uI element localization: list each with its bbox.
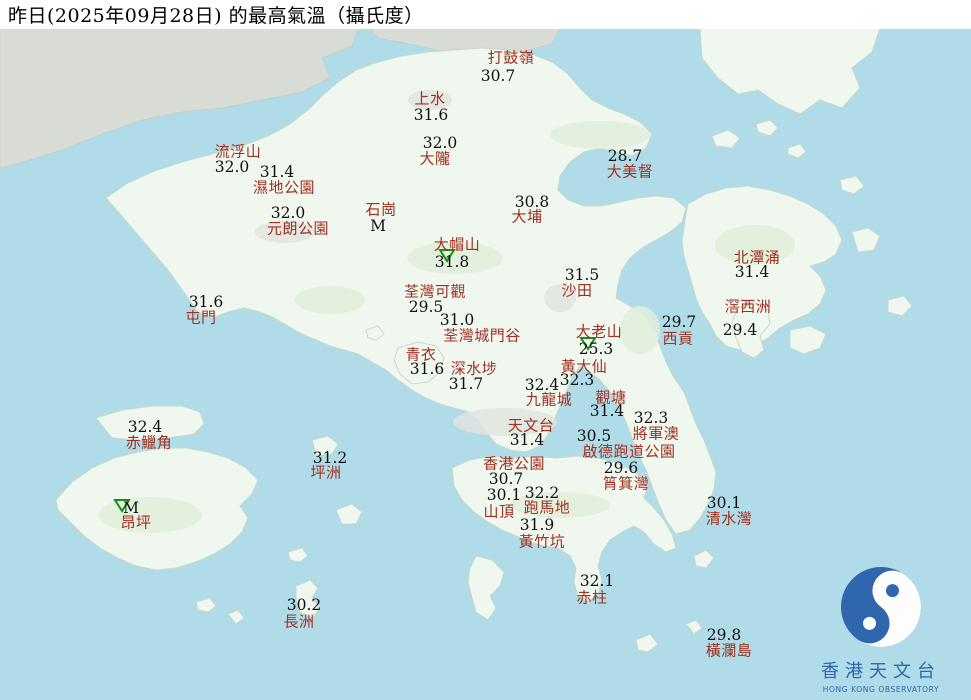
station-value: M — [370, 217, 386, 235]
title-bar: 昨日(2025年09月28日) 的最高氣溫（攝氏度） — [0, 0, 971, 29]
station-name: 深水埗 — [450, 359, 498, 378]
station-name: 昂坪 — [120, 513, 152, 532]
station-name: 赤柱 — [576, 588, 608, 607]
hko-logo-name-chinese: 香港天文台 — [821, 661, 941, 682]
hko-logo-name-english: HONG KONG OBSERVATORY — [822, 685, 940, 694]
hko-logo: 香港天文台 HONG KONG OBSERVATORY — [801, 563, 961, 694]
station-name: 沙田 — [561, 281, 593, 300]
station-name: 大隴 — [419, 149, 451, 168]
station-name: 大美督 — [606, 162, 654, 181]
station-value: 30.7 — [480, 67, 516, 85]
station-name: 跑馬地 — [523, 498, 571, 517]
station-name: 大老山 — [575, 322, 623, 341]
station-name: 赤鱲角 — [125, 433, 173, 452]
station-name: 天文台 — [507, 416, 555, 435]
station-name: 打鼓嶺 — [487, 48, 535, 67]
station-name: 觀塘 — [595, 388, 627, 407]
station-value: 29.4 — [722, 321, 758, 339]
station-name: 北潭涌 — [733, 248, 781, 267]
station-name: 黃大仙 — [560, 357, 608, 376]
station-name: 香港公園 — [482, 454, 546, 473]
station-name: 流浮山 — [214, 142, 262, 161]
station-name: 元朗公園 — [266, 219, 330, 238]
station-value: 31.6 — [413, 106, 449, 124]
station-name: 石崗 — [365, 200, 397, 219]
station-name: 西貢 — [662, 329, 694, 348]
station-name: 長洲 — [283, 612, 315, 631]
station-name: 濕地公園 — [252, 178, 316, 197]
station-name: 大帽山 — [433, 235, 481, 254]
station-name: 大埔 — [511, 207, 543, 226]
station-name: 筲箕灣 — [602, 474, 650, 493]
station-name: 荃灣城門谷 — [443, 326, 521, 345]
station-name: 清水灣 — [705, 509, 753, 528]
map-title: 昨日(2025年09月28日) 的最高氣溫（攝氏度） — [8, 5, 424, 27]
station-name: 屯門 — [185, 308, 217, 327]
station-name: 橫瀾島 — [705, 641, 753, 660]
station-name: 黃竹坑 — [518, 532, 566, 551]
station-name: 山頂 — [483, 502, 515, 521]
station-name: 坪洲 — [310, 463, 342, 482]
station-name: 九龍城 — [525, 390, 573, 409]
station-name: 上水 — [414, 89, 446, 108]
station-name: 將軍澳 — [632, 424, 680, 443]
hko-logo-icon — [841, 567, 921, 647]
station-name: 滘西洲 — [724, 297, 772, 316]
station-value: 31.8 — [434, 253, 470, 271]
station-name: 青衣 — [405, 345, 437, 364]
weather-map-screen: 昨日(2025年09月28日) 的最高氣溫（攝氏度） 30.7 打鼓嶺 31.6 上水… — [0, 0, 971, 700]
station-name: 荃灣可觀 — [403, 282, 467, 301]
